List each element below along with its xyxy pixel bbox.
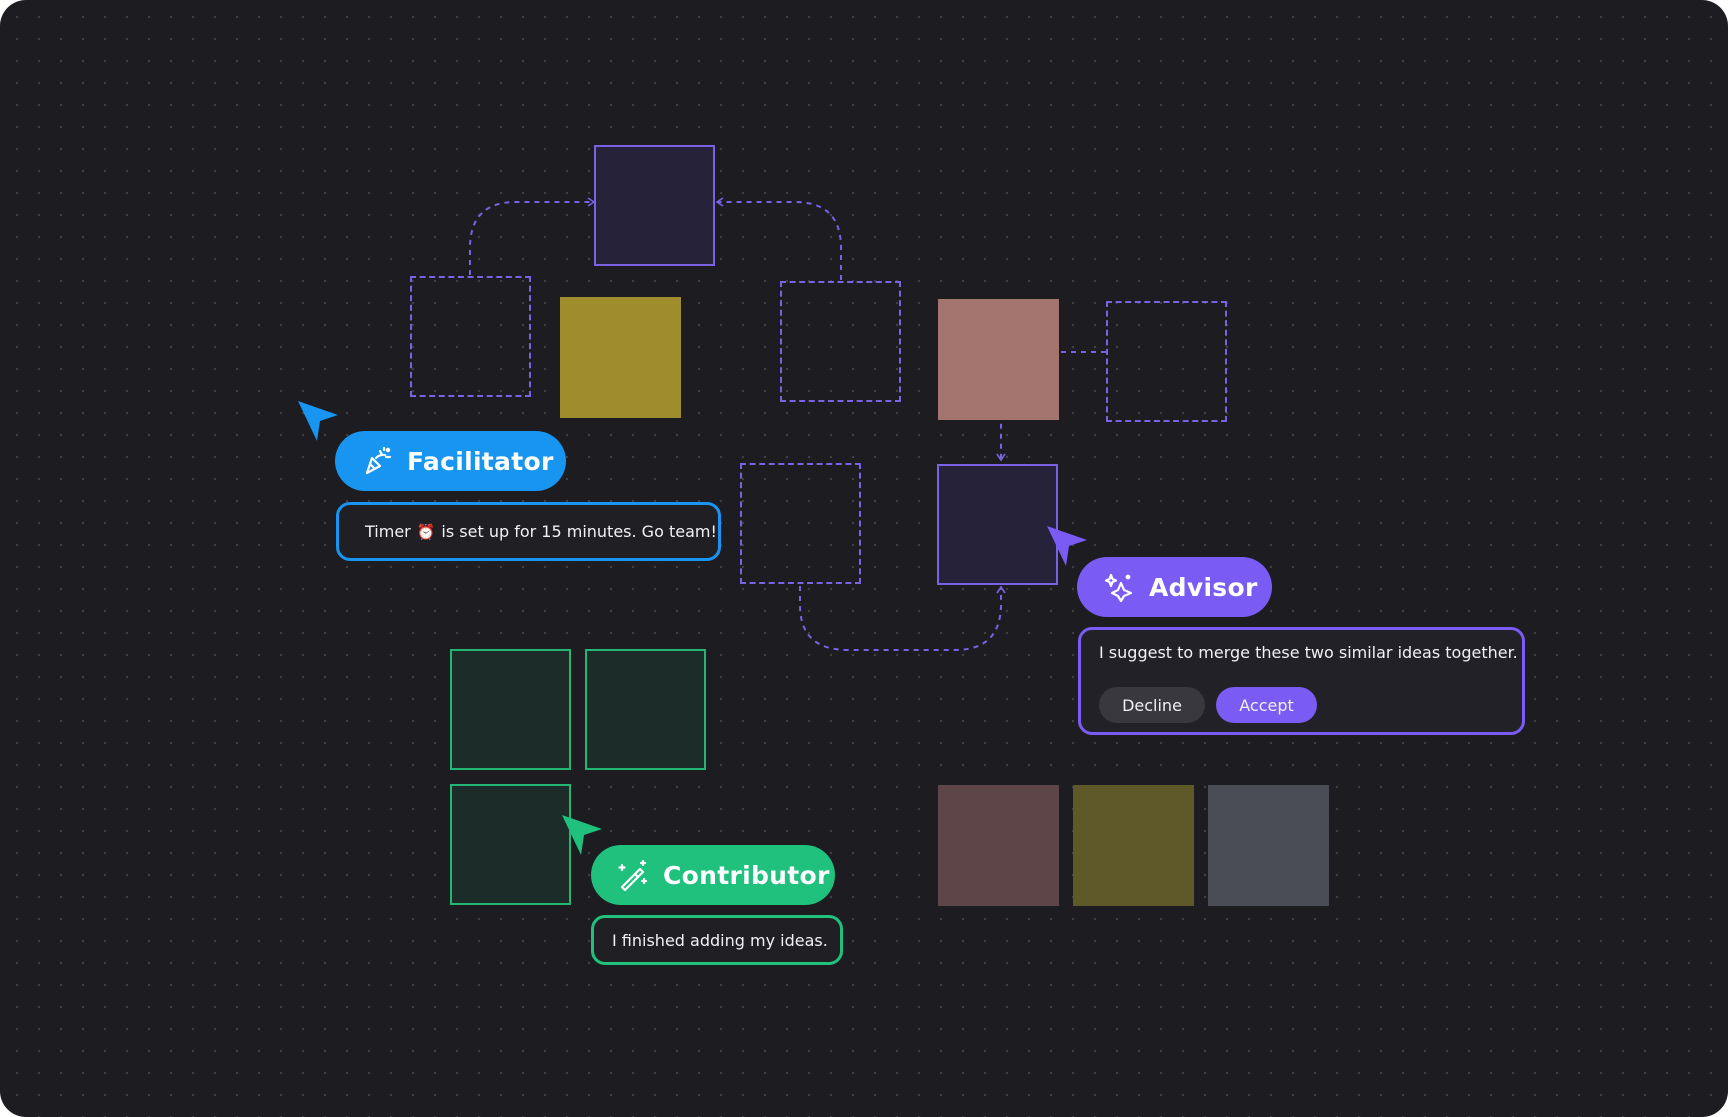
sparkle-icon bbox=[1104, 573, 1133, 603]
contributor-role-badge: Contributor bbox=[591, 845, 835, 905]
sticky-note-yellow[interactable] bbox=[560, 297, 681, 418]
idea-card-merge-target[interactable] bbox=[937, 464, 1058, 585]
contributor-card[interactable] bbox=[450, 649, 571, 770]
facilitator-cursor-icon bbox=[298, 401, 338, 441]
idea-card-top[interactable] bbox=[594, 145, 715, 266]
placeholder-card[interactable] bbox=[740, 463, 861, 584]
contributor-card[interactable] bbox=[450, 784, 571, 905]
contributor-card[interactable] bbox=[585, 649, 706, 770]
sticky-note-rose[interactable] bbox=[938, 299, 1059, 420]
alarm-clock-icon: ⏰ bbox=[416, 522, 436, 541]
connector-right-to-top bbox=[715, 197, 842, 280]
sticky-note-olive[interactable] bbox=[1073, 785, 1194, 906]
advisor-cursor-icon bbox=[1047, 526, 1087, 566]
advisor-role-badge: Advisor bbox=[1077, 557, 1272, 617]
advisor-suggestion-text: I suggest to merge these two similar ide… bbox=[1099, 643, 1518, 662]
whiteboard-canvas[interactable]: Facilitator Timer ⏰ is set up for 15 min… bbox=[0, 0, 1728, 1117]
facilitator-message-start: Timer bbox=[365, 522, 411, 541]
advisor-role-label: Advisor bbox=[1149, 572, 1258, 602]
facilitator-message-end: is set up for 15 minutes. Go team! bbox=[441, 522, 717, 541]
accept-button[interactable]: Accept bbox=[1216, 687, 1317, 723]
contributor-cursor-icon bbox=[562, 815, 602, 855]
connector-left-to-top bbox=[469, 197, 596, 275]
connector-lines bbox=[469, 197, 1106, 651]
placeholder-card[interactable] bbox=[410, 276, 531, 397]
sticky-note-gray[interactable] bbox=[1208, 785, 1329, 906]
magic-wand-icon bbox=[618, 859, 648, 891]
contributor-message-text: I finished adding my ideas. bbox=[612, 930, 828, 950]
sticky-note-dark-rose[interactable] bbox=[938, 785, 1059, 906]
placeholder-card[interactable] bbox=[1106, 301, 1227, 422]
advisor-suggestion-card: I suggest to merge these two similar ide… bbox=[1078, 627, 1525, 735]
placeholder-card[interactable] bbox=[780, 281, 901, 402]
connector-bottom-loop bbox=[799, 585, 1006, 651]
party-popper-icon bbox=[365, 446, 392, 475]
contributor-message: I finished adding my ideas. bbox=[591, 915, 843, 965]
facilitator-message: Timer ⏰ is set up for 15 minutes. Go tea… bbox=[336, 502, 721, 561]
facilitator-role-label: Facilitator bbox=[407, 446, 554, 476]
facilitator-role-badge: Facilitator bbox=[335, 431, 566, 491]
decline-button[interactable]: Decline bbox=[1099, 687, 1205, 723]
contributor-role-label: Contributor bbox=[663, 860, 830, 890]
